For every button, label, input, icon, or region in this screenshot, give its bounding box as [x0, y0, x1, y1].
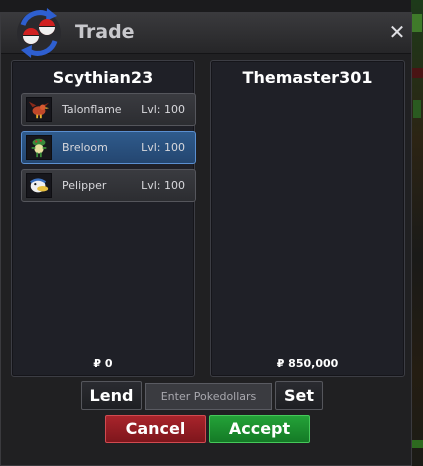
pokemon-name: Breloom	[62, 141, 108, 154]
pokemon-level: Lvl: 100	[141, 141, 185, 154]
my-money-offer: ₽ 0	[93, 357, 113, 370]
pokemon-level: Lvl: 100	[141, 103, 185, 116]
cancel-button[interactable]: Cancel	[105, 415, 206, 443]
window-title: Trade	[75, 21, 135, 43]
partner-money-offer: ₽ 850,000	[276, 357, 339, 370]
trade-arrows-icon	[17, 8, 61, 58]
pokemon-slot-breloom[interactable]: Breloom Lvl: 100	[21, 131, 196, 164]
my-offer-panel: Scythian23 Talonflame Lvl: 100 Breloom L…	[11, 60, 196, 377]
partner-offer-panel: Themaster301 ₽ 850,000	[210, 60, 405, 377]
pelipper-icon	[26, 173, 52, 198]
pokemon-name: Pelipper	[62, 179, 107, 192]
partner-player-name: Themaster301	[242, 68, 373, 87]
pokemon-slot-talonflame[interactable]: Talonflame Lvl: 100	[21, 93, 196, 126]
pokemon-slot-pelipper[interactable]: Pelipper Lvl: 100	[21, 169, 196, 202]
talonflame-icon	[26, 97, 52, 122]
set-money-button[interactable]: Set	[275, 381, 323, 410]
game-background	[411, 0, 423, 466]
lend-button[interactable]: Lend	[81, 381, 142, 410]
breloom-icon	[26, 135, 52, 160]
my-player-name: Scythian23	[52, 68, 154, 87]
accept-button[interactable]: Accept	[209, 415, 310, 443]
pokemon-name: Talonflame	[62, 103, 122, 116]
trade-window: Trade ✕ Scythian23 Talonflame Lvl: 100 B…	[0, 8, 412, 466]
pokedollars-input[interactable]	[145, 383, 272, 410]
pokemon-level: Lvl: 100	[141, 179, 185, 192]
close-button[interactable]: ✕	[387, 22, 407, 42]
